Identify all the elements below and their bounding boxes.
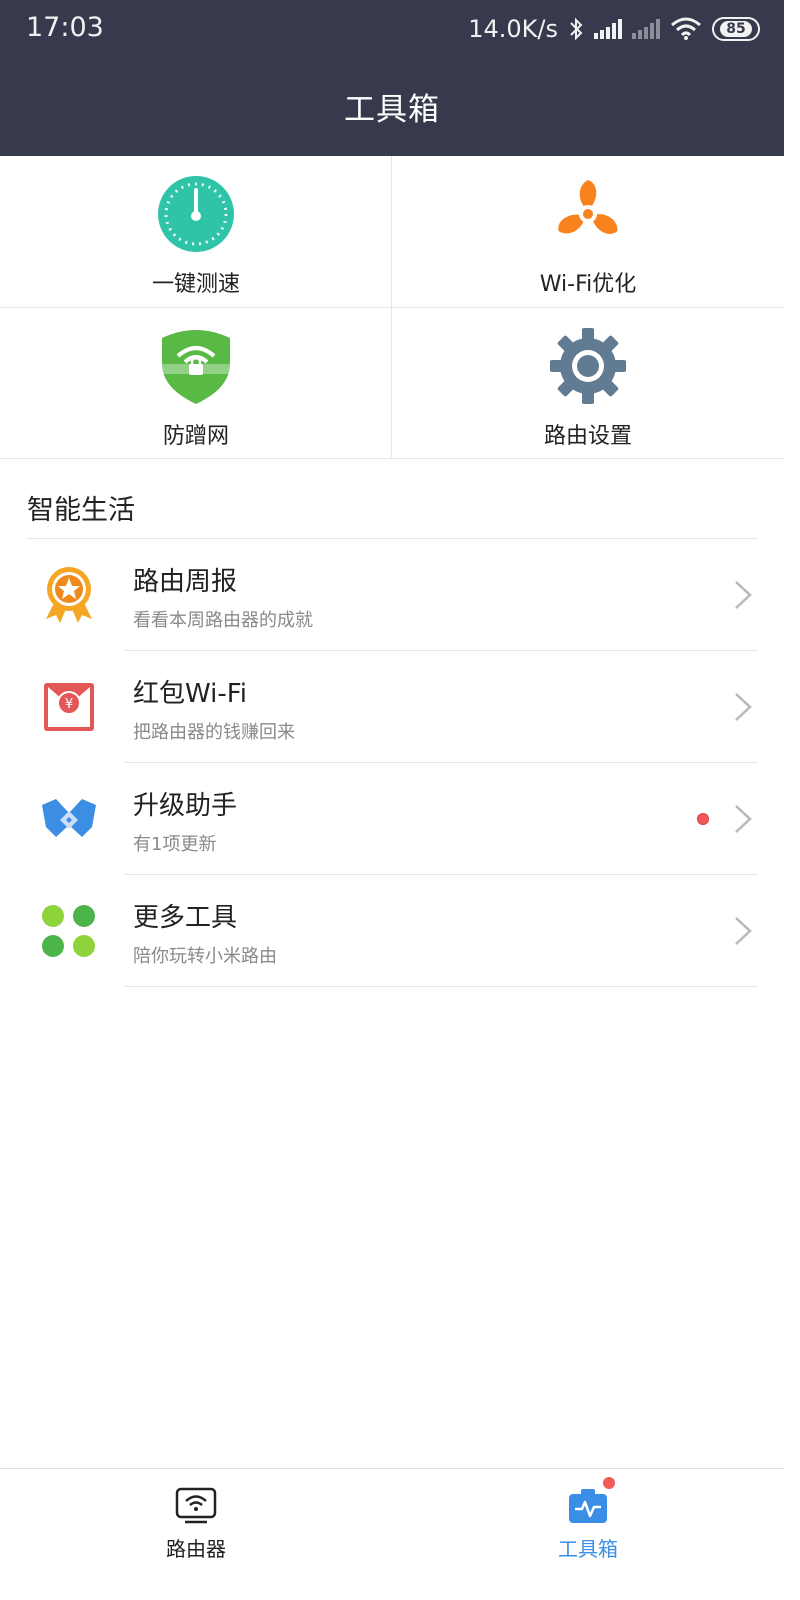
list-item-subtitle: 看看本周路由器的成就 <box>133 610 313 631</box>
nav-tab-toolbox[interactable]: 工具箱 <box>392 1469 784 1569</box>
fan-icon <box>558 180 618 234</box>
toolbox-icon <box>569 1489 607 1523</box>
nav-tab-label: 路由器 <box>166 1537 226 1561</box>
chevron-right-icon <box>735 805 752 833</box>
dots-grid-icon <box>42 905 95 957</box>
bottom-nav: 路由器 工具箱 <box>0 1468 784 1568</box>
top-bar: 17:03 14.0K/s 85 工具箱 <box>0 0 784 156</box>
page-title: 工具箱 <box>344 92 440 128</box>
bluetooth-icon <box>570 17 583 41</box>
status-icons: 14.0K/s 85 <box>468 12 760 46</box>
network-speed: 14.0K/s <box>468 15 558 43</box>
tool-label: Wi-Fi优化 <box>539 272 637 297</box>
grid-divider <box>0 307 784 308</box>
battery-icon: 85 <box>712 17 760 41</box>
router-icon <box>175 1487 217 1524</box>
list-item-title: 红包Wi-Fi <box>133 679 248 709</box>
status-time: 17:03 <box>26 12 104 43</box>
tool-label: 路由设置 <box>543 424 632 449</box>
tool-anti-leech[interactable]: 防蹭网 <box>0 308 392 459</box>
wifi-shield-icon <box>162 330 230 404</box>
chevron-right-icon <box>735 693 752 721</box>
medal-icon <box>46 567 92 623</box>
battery-level: 85 <box>720 21 752 37</box>
tool-label: 防蹭网 <box>162 424 229 449</box>
tool-router-settings[interactable]: 路由设置 <box>392 308 784 459</box>
tool-speed-test[interactable]: 一键测速 <box>0 156 392 307</box>
list-item-weekly-report[interactable]: 路由周报 看看本周路由器的成就 <box>0 539 784 651</box>
red-envelope-icon: ¥ <box>44 683 94 731</box>
list-item-subtitle: 陪你玩转小米路由 <box>133 946 277 967</box>
notification-badge <box>603 1477 615 1489</box>
update-badge <box>697 813 709 825</box>
list-item-title: 更多工具 <box>133 903 238 933</box>
tool-wifi-optimize[interactable]: Wi-Fi优化 <box>392 156 784 307</box>
list-item-title: 路由周报 <box>133 567 238 597</box>
list-item-subtitle: 把路由器的钱赚回来 <box>133 722 295 743</box>
nav-tab-label: 工具箱 <box>558 1537 618 1561</box>
section-title: 智能生活 <box>27 495 135 526</box>
gear-icon <box>550 328 626 404</box>
tool-label: 一键测速 <box>151 272 240 297</box>
signal-icon <box>632 19 660 39</box>
nav-tab-router[interactable]: 路由器 <box>0 1469 392 1569</box>
list-item-title: 升级助手 <box>133 791 238 821</box>
list-item-more-tools[interactable]: 更多工具 陪你玩转小米路由 <box>0 875 784 987</box>
wifi-icon <box>671 17 701 40</box>
upgrade-icon <box>42 799 96 837</box>
chevron-right-icon <box>735 581 752 609</box>
list-item-upgrade-assistant[interactable]: 升级助手 有1项更新 <box>0 763 784 875</box>
signal-icon <box>594 19 622 39</box>
speedometer-icon <box>158 176 234 252</box>
row-divider <box>124 986 758 987</box>
list-item-subtitle: 有1项更新 <box>133 834 217 855</box>
chevron-right-icon <box>735 917 752 945</box>
list-item-red-envelope-wifi[interactable]: ¥ 红包Wi-Fi 把路由器的钱赚回来 <box>0 651 784 763</box>
svg-text:¥: ¥ <box>65 697 73 712</box>
